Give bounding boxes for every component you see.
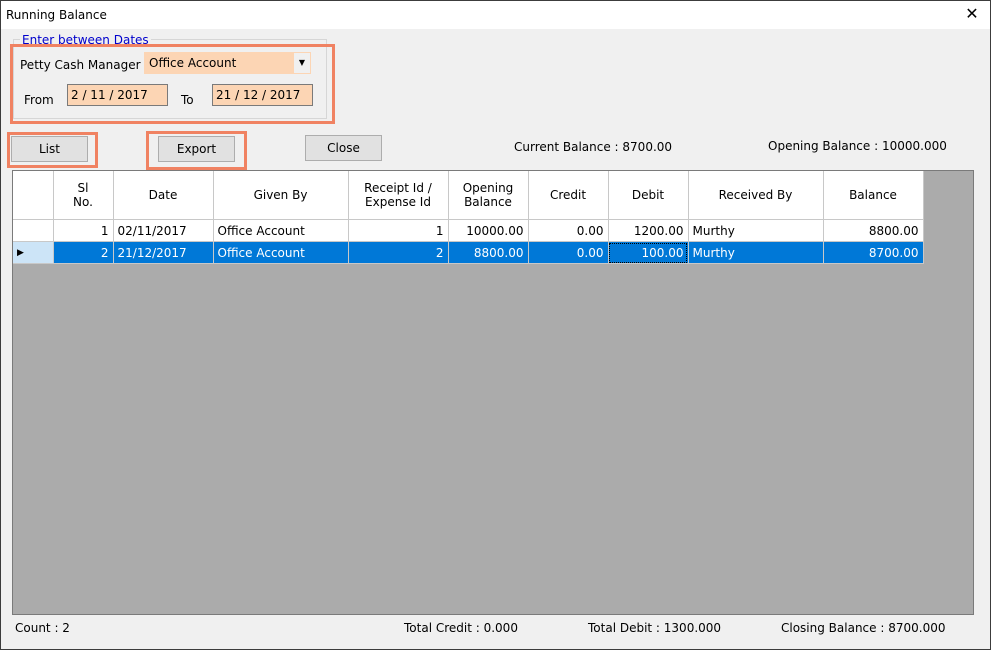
date-cell[interactable]: 02/11/2017 — [113, 219, 214, 242]
balance-grid[interactable]: Sl No. Date Given By Receipt Id / Expens… — [12, 170, 974, 615]
balance-cell[interactable]: 8700.00 — [823, 241, 924, 264]
column-header[interactable]: Credit — [528, 171, 609, 220]
from-label: From — [24, 93, 54, 107]
received-by-cell[interactable]: Murthy — [688, 241, 824, 264]
row-header-corner — [13, 171, 54, 220]
column-header[interactable]: Given By — [213, 171, 349, 220]
received-by-cell[interactable]: Murthy — [688, 219, 824, 242]
current-row-icon[interactable]: ▶ — [13, 241, 54, 264]
column-header[interactable]: Date — [113, 171, 214, 220]
sl-cell[interactable]: 1 — [53, 219, 114, 242]
manager-value: Office Account — [149, 56, 237, 70]
balance-table: Sl No. Date Given By Receipt Id / Expens… — [13, 171, 924, 264]
date-cell[interactable]: 21/12/2017 — [113, 241, 214, 264]
credit-cell[interactable]: 0.00 — [528, 241, 609, 264]
column-header[interactable]: Opening Balance — [448, 171, 529, 220]
opening-balance-cell[interactable]: 10000.00 — [448, 219, 529, 242]
from-date-field[interactable]: 2 / 11 / 2017 — [67, 84, 168, 106]
current-balance: Current Balance : 8700.00 — [514, 140, 673, 154]
to-date-field[interactable]: 21 / 12 / 2017 — [212, 84, 313, 106]
sl-cell[interactable]: 2 — [53, 241, 114, 264]
column-header[interactable]: Balance — [823, 171, 924, 220]
count-label: Count : 2 — [15, 621, 70, 635]
to-label: To — [181, 93, 194, 107]
column-header[interactable]: Receipt Id / Expense Id — [348, 171, 449, 220]
balance-cell[interactable]: 8800.00 — [823, 219, 924, 242]
row-header[interactable] — [13, 219, 54, 242]
manager-label: Petty Cash Manager — [20, 58, 141, 72]
table-row[interactable]: ▶ 2 21/12/2017 Office Account 2 8800.00 … — [13, 241, 924, 264]
given-by-cell[interactable]: Office Account — [213, 241, 349, 264]
given-by-cell[interactable]: Office Account — [213, 219, 349, 242]
column-header[interactable]: Sl No. — [53, 171, 114, 220]
debit-cell[interactable]: 1200.00 — [608, 219, 689, 242]
closing-balance-label: Closing Balance : 8700.000 — [781, 621, 946, 635]
credit-cell[interactable]: 0.00 — [528, 219, 609, 242]
list-button[interactable]: List — [11, 136, 88, 162]
window-title: Running Balance — [6, 8, 107, 22]
export-button[interactable]: Export — [158, 136, 235, 162]
debit-cell[interactable]: 100.00 — [608, 241, 689, 264]
column-header[interactable]: Debit — [608, 171, 689, 220]
close-icon[interactable]: ✕ — [962, 4, 982, 24]
receipt-id-cell[interactable]: 1 — [348, 219, 449, 242]
column-header[interactable]: Received By — [688, 171, 824, 220]
title-bar: Running Balance ✕ — [1, 1, 990, 29]
receipt-id-cell[interactable]: 2 — [348, 241, 449, 264]
opening-balance: Opening Balance : 10000.000 — [768, 139, 947, 153]
table-row[interactable]: 1 02/11/2017 Office Account 1 10000.00 0… — [13, 219, 924, 242]
close-button[interactable]: Close — [305, 135, 382, 161]
header-row: Sl No. Date Given By Receipt Id / Expens… — [13, 171, 924, 220]
chevron-down-icon[interactable]: ▼ — [294, 53, 310, 73]
running-balance-window: Running Balance ✕ Enter between Dates Pe… — [0, 0, 991, 650]
opening-balance-cell[interactable]: 8800.00 — [448, 241, 529, 264]
total-credit-label: Total Credit : 0.000 — [404, 621, 518, 635]
total-debit-label: Total Debit : 1300.000 — [588, 621, 722, 635]
manager-select[interactable]: Office Account ▼ — [144, 52, 311, 74]
